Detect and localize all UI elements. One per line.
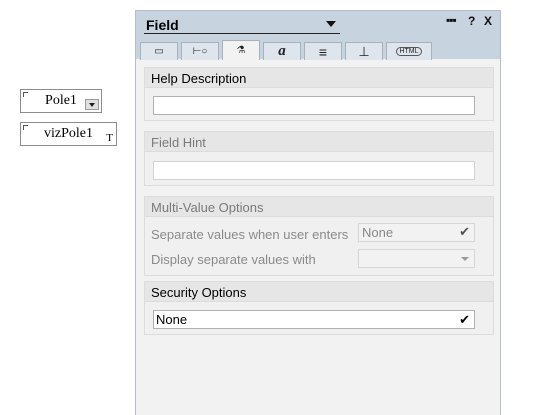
tab-hide-when[interactable]: ⊥ <box>345 42 383 60</box>
chevron-down-icon[interactable] <box>326 21 336 27</box>
select-value: None <box>156 312 188 327</box>
dropdown-arrow-icon <box>85 99 99 110</box>
panel-type-select[interactable]: Field <box>146 17 179 33</box>
field-info-icon: ▭ <box>154 46 164 57</box>
text-type-icon: T <box>106 132 113 144</box>
security-options-select[interactable]: None ✔ <box>153 310 475 329</box>
title-underline <box>144 33 340 34</box>
select-value: None <box>362 225 394 240</box>
tab-advanced[interactable]: ⚗ <box>222 40 260 60</box>
panel-title-bar: Field ▪▪▪ ? X ▭ ⊢○ ⚗ a ≡ ⊥ HTML <box>136 11 500 60</box>
font-icon: a <box>278 43 286 59</box>
field-vizpole1[interactable]: vizPole1 T <box>20 122 117 146</box>
help-description-section: Help Description <box>144 67 494 121</box>
section-heading: Field Hint <box>145 132 493 152</box>
section-heading: Help Description <box>145 68 493 88</box>
checkmark-icon: ✔ <box>459 224 470 239</box>
multi-value-section: Multi-Value Options Separate values when… <box>144 196 494 276</box>
field-properties-panel: Field ▪▪▪ ? X ▭ ⊢○ ⚗ a ≡ ⊥ HTML Help Des… <box>135 10 501 415</box>
help-description-input[interactable] <box>153 96 475 115</box>
tab-paragraph[interactable]: ≡ <box>304 42 342 60</box>
tab-html[interactable]: HTML <box>386 42 432 60</box>
field-name-label: vizPole1 <box>44 126 93 141</box>
html-icon: HTML <box>396 47 422 56</box>
field-hint-input <box>153 161 475 180</box>
close-icon[interactable]: X <box>484 14 492 28</box>
display-values-select <box>358 249 475 268</box>
chevron-down-icon <box>461 257 469 261</box>
tab-field-info[interactable]: ▭ <box>140 42 178 60</box>
separate-values-select: None ✔ <box>358 223 475 242</box>
paragraph-icon: ≡ <box>318 43 328 60</box>
section-heading: Security Options <box>145 282 493 302</box>
field-pole1[interactable]: Pole1 <box>20 89 102 113</box>
help-icon[interactable]: ? <box>468 14 475 28</box>
separate-values-label: Separate values when user enters <box>151 227 349 242</box>
tab-font[interactable]: a <box>263 42 301 60</box>
advanced-icon: ⚗ <box>236 45 246 56</box>
section-heading: Multi-Value Options <box>145 197 493 217</box>
hide-when-icon: ⊥ <box>358 43 370 59</box>
security-options-section: Security Options None ✔ <box>144 281 494 335</box>
field-hint-section: Field Hint <box>144 131 494 186</box>
field-control-icon: ⊢○ <box>192 46 208 57</box>
panel-tabs: ▭ ⊢○ ⚗ a ≡ ⊥ HTML <box>140 40 435 60</box>
tab-control[interactable]: ⊢○ <box>181 42 219 60</box>
checkmark-icon: ✔ <box>459 312 470 327</box>
menu-dots-icon[interactable]: ▪▪▪ <box>446 13 457 27</box>
display-values-label: Display separate values with <box>151 252 316 267</box>
